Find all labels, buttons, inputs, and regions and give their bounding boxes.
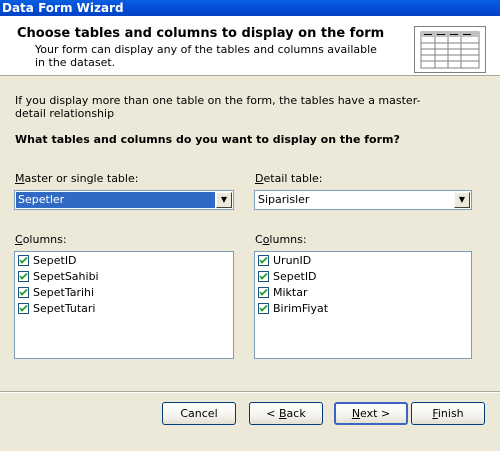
- checkbox[interactable]: [18, 255, 29, 266]
- window-title-bar[interactable]: Data Form Wizard: [0, 0, 500, 16]
- column-name: UrunID: [273, 254, 312, 267]
- checkbox[interactable]: [18, 271, 29, 282]
- list-item[interactable]: SepetID: [255, 269, 471, 285]
- list-item[interactable]: SepetTarihi: [15, 285, 233, 301]
- column-name: SepetTarihi: [33, 286, 95, 299]
- list-item[interactable]: Miktar: [255, 285, 471, 301]
- chevron-down-icon[interactable]: ▼: [216, 192, 232, 208]
- header-subtitle: Your form can display any of the tables …: [35, 43, 377, 69]
- checkmark-icon: [19, 256, 28, 264]
- back-button[interactable]: < Back: [249, 402, 323, 425]
- finish-button[interactable]: Finish: [411, 402, 485, 425]
- question-heading: What tables and columns do you want to d…: [15, 133, 400, 146]
- master-detail-info: If you display more than one table on th…: [15, 94, 421, 120]
- master-columns-label: Columns:: [15, 233, 67, 246]
- cancel-button[interactable]: Cancel: [162, 402, 236, 425]
- detail-table-select[interactable]: Siparisler ▼: [254, 190, 472, 210]
- list-item[interactable]: BirimFiyat: [255, 301, 471, 317]
- checkbox[interactable]: [258, 287, 269, 298]
- detail-table-value: Siparisler: [258, 193, 310, 206]
- list-item[interactable]: UrunID: [255, 253, 471, 269]
- checkmark-icon: [19, 304, 28, 312]
- master-table-select[interactable]: Sepetler ▼: [14, 190, 234, 210]
- chevron-down-icon[interactable]: ▼: [454, 192, 470, 208]
- column-name: BirimFiyat: [273, 302, 329, 315]
- window-title: Data Form Wizard: [2, 1, 124, 15]
- master-table-value: Sepetler: [16, 192, 215, 208]
- table-grid-icon: [414, 26, 486, 73]
- next-button[interactable]: Next >: [334, 402, 408, 425]
- column-name: SepetID: [33, 254, 77, 267]
- list-item[interactable]: SepetTutari: [15, 301, 233, 317]
- checkbox[interactable]: [258, 303, 269, 314]
- checkbox[interactable]: [18, 303, 29, 314]
- list-item[interactable]: SepetID: [15, 253, 233, 269]
- detail-table-label: Detail table:: [255, 172, 323, 185]
- column-name: SepetTutari: [33, 302, 96, 315]
- checkmark-icon: [259, 272, 268, 280]
- detail-columns-list[interactable]: UrunID SepetID Miktar BirimFiyat: [254, 251, 472, 359]
- checkmark-icon: [259, 256, 268, 264]
- column-name: SepetID: [273, 270, 317, 283]
- master-columns-list[interactable]: SepetID SepetSahibi SepetTarihi SepetTut…: [14, 251, 234, 359]
- list-item[interactable]: SepetSahibi: [15, 269, 233, 285]
- checkmark-icon: [19, 272, 28, 280]
- master-table-label: Master or single table:: [15, 172, 139, 185]
- checkmark-icon: [259, 288, 268, 296]
- column-name: SepetSahibi: [33, 270, 99, 283]
- wizard-header: Choose tables and columns to display on …: [0, 16, 500, 76]
- footer-divider: [0, 391, 500, 393]
- column-name: Miktar: [273, 286, 308, 299]
- header-title: Choose tables and columns to display on …: [17, 26, 385, 41]
- detail-columns-label: Columns:: [255, 233, 307, 246]
- checkmark-icon: [259, 304, 268, 312]
- checkmark-icon: [19, 288, 28, 296]
- checkbox[interactable]: [18, 287, 29, 298]
- checkbox[interactable]: [258, 271, 269, 282]
- checkbox[interactable]: [258, 255, 269, 266]
